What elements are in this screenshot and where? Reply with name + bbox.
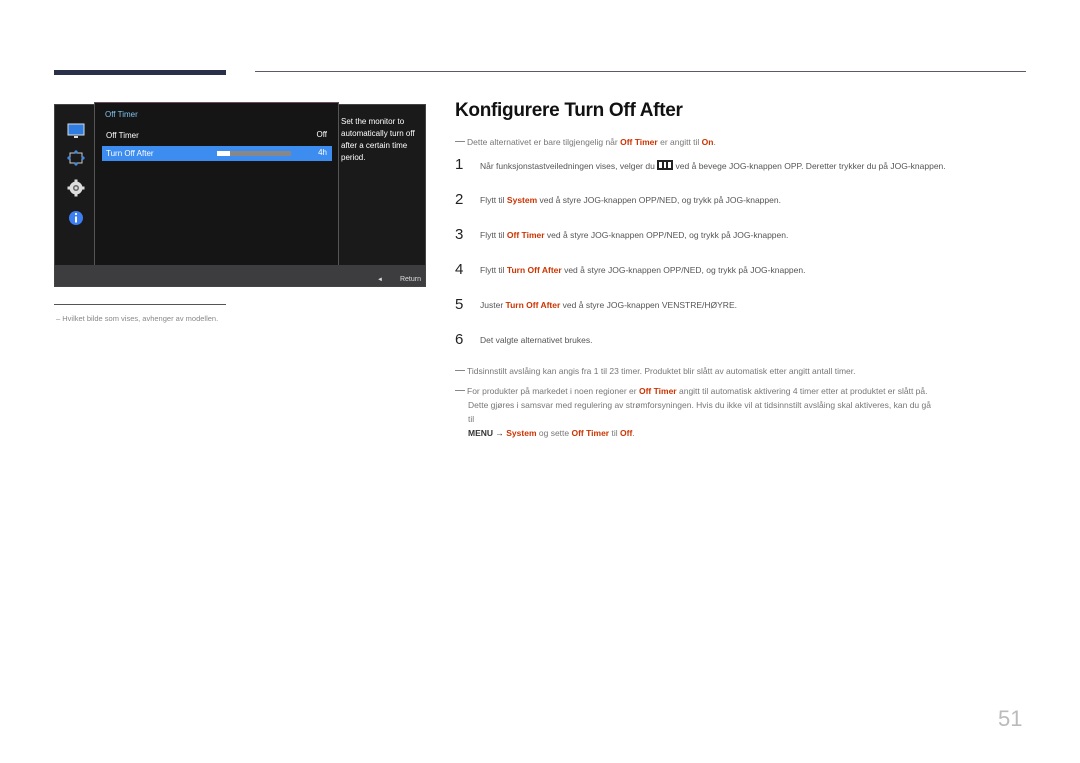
osd-row-value: 4h xyxy=(318,148,327,157)
page-title: Konfigurere Turn Off After xyxy=(455,100,683,121)
osd-row-label: Off Timer xyxy=(106,131,139,140)
note-text: og sette xyxy=(536,428,572,438)
note-regional: For produkter på markedet i noen regione… xyxy=(455,384,1030,440)
step-text: Flytt til System ved å styre JOG-knappen… xyxy=(480,195,781,205)
slider-fill xyxy=(217,151,230,156)
note-text: til xyxy=(609,428,620,438)
step-text: Det valgte alternativet brukes. xyxy=(480,335,592,345)
header-accent-bar xyxy=(54,70,226,75)
osd-row-label: Turn Off After xyxy=(106,149,154,158)
note-timer-range: Tidsinnstilt avslåing kan angis fra 1 ti… xyxy=(455,364,856,378)
function-key-guide-icon xyxy=(657,160,674,170)
note-text: For produkter på markedet i noen regione… xyxy=(467,386,639,396)
return-arrow-icon: ◄ xyxy=(377,277,383,283)
menu-label: MENU → xyxy=(468,428,504,438)
note-highlight: Off Timer xyxy=(638,386,677,396)
osd-screenshot: Off Timer Off Timer Off Turn Off After 4… xyxy=(54,102,426,287)
step-text: Flytt til Turn Off After ved å styre JOG… xyxy=(480,265,805,275)
step-number: 3 xyxy=(455,226,464,243)
osd-row-off-timer[interactable]: Off Timer Off xyxy=(102,128,332,143)
note-text: angitt til automatisk aktivering 4 timer… xyxy=(676,386,928,396)
note-text: er angitt til xyxy=(657,137,702,147)
note-text: . xyxy=(632,428,635,438)
step-number: 6 xyxy=(455,331,464,348)
note-dash xyxy=(455,370,465,371)
step-text-part: Flytt til xyxy=(480,195,507,205)
osd-row-turn-off-after[interactable]: Turn Off After 4h xyxy=(102,146,332,161)
step-text-part: Juster xyxy=(480,300,506,310)
note-text: Dette alternativet er bare tilgjengelig … xyxy=(467,137,621,147)
note-highlight: System xyxy=(506,428,537,438)
note-availability: Dette alternativet er bare tilgjengelig … xyxy=(455,135,716,149)
step-text-part: ved å bevege JOG-knappen OPP. Deretter t… xyxy=(673,161,946,171)
note-line: til xyxy=(468,414,475,424)
osd-description: Set the monitor to automatically turn of… xyxy=(341,117,415,162)
note-highlight: Off Timer xyxy=(620,137,658,147)
info-icon xyxy=(69,211,83,225)
monitor-icon xyxy=(67,123,85,138)
step-text-part: ved å styre JOG-knappen VENSTRE/HØYRE. xyxy=(560,300,737,310)
osd-menu-panel: Off Timer Off Timer Off Turn Off After 4… xyxy=(94,102,339,267)
step-highlight: System xyxy=(506,195,538,205)
step-highlight: Off Timer xyxy=(506,230,545,240)
note-highlight: On xyxy=(701,137,714,147)
step-text: Når funksjonstastveiledningen vises, vel… xyxy=(480,160,946,171)
page-number: 51 xyxy=(998,706,1023,731)
step-number: 1 xyxy=(455,156,464,173)
osd-row-value: Off xyxy=(316,130,327,139)
osd-footer: ◄ Return xyxy=(55,265,425,286)
turn-off-after-slider[interactable] xyxy=(217,151,291,156)
note-text: . xyxy=(713,137,716,147)
osd-return-label[interactable]: Return xyxy=(400,276,421,283)
step-text: Juster Turn Off After ved å styre JOG-kn… xyxy=(480,300,737,310)
note-highlight: Off Timer xyxy=(571,428,610,438)
caption-text: Hvilket bilde som vises, avhenger av mod… xyxy=(62,314,219,323)
step-text-part: ved å styre JOG-knappen OPP/NED, og tryk… xyxy=(544,230,789,240)
gear-icon xyxy=(67,179,85,197)
step-text-part: ved å styre JOG-knappen OPP/NED, og tryk… xyxy=(561,265,806,275)
header-rule xyxy=(255,71,1026,72)
note-line: Dette gjøres i samsvar med regulering av… xyxy=(468,400,931,410)
step-text-part: ved å styre JOG-knappen OPP/NED, og tryk… xyxy=(537,195,781,205)
step-highlight: Turn Off After xyxy=(506,265,562,275)
note-text: Tidsinnstilt avslåing kan angis fra 1 ti… xyxy=(467,366,856,376)
step-text-part: Flytt til xyxy=(480,230,507,240)
resize-icon xyxy=(67,150,85,166)
caption-rule xyxy=(54,304,226,305)
note-dash xyxy=(455,141,465,142)
step-number: 4 xyxy=(455,261,464,278)
step-number: 2 xyxy=(455,191,464,208)
note-menu-path: MENU → System og sette Off Timer til Off… xyxy=(455,426,1030,440)
step-text-part: Flytt til xyxy=(480,265,507,275)
image-caption: – Hvilket bilde som vises, avhenger av m… xyxy=(56,314,219,323)
note-dash xyxy=(455,390,465,391)
step-text-part: Når funksjonstastveiledningen vises, vel… xyxy=(480,161,658,171)
osd-panel-title: Off Timer xyxy=(105,110,138,119)
step-highlight: Turn Off After xyxy=(505,300,561,310)
osd-icon-column xyxy=(55,105,95,265)
step-text-part: Det valgte alternativet brukes. xyxy=(480,335,593,345)
note-line: For produkter på markedet i noen regione… xyxy=(455,384,1030,398)
note-highlight: Off xyxy=(620,428,633,438)
step-text: Flytt til Off Timer ved å styre JOG-knap… xyxy=(480,230,788,240)
step-number: 5 xyxy=(455,296,464,313)
